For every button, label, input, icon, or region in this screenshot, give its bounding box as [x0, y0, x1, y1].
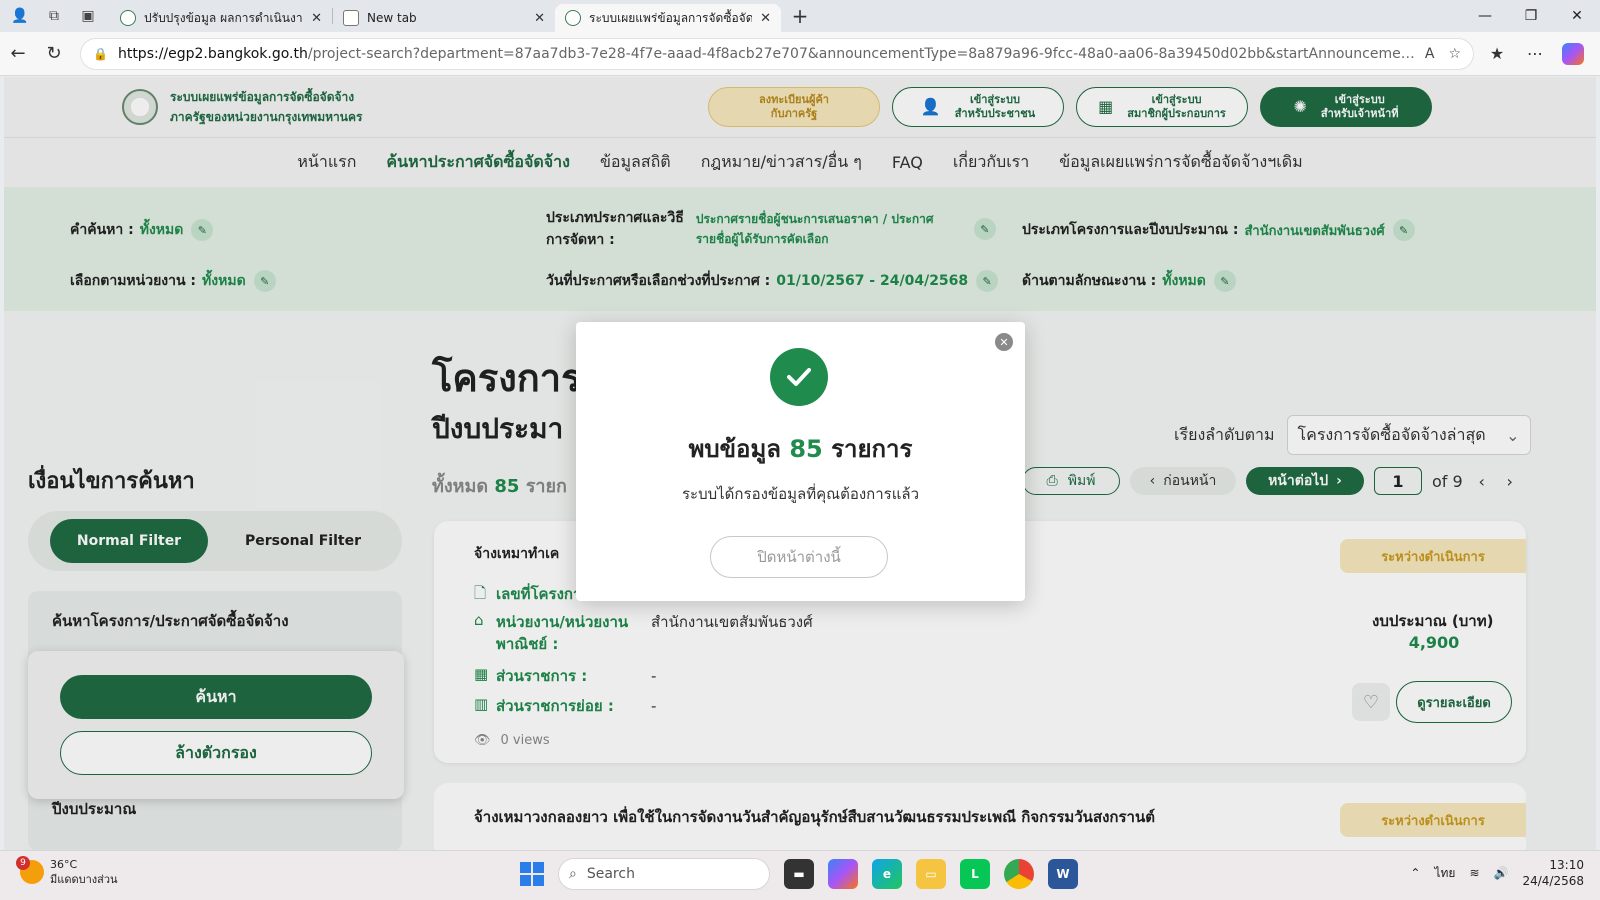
wifi-icon[interactable]: ≋ — [1469, 866, 1479, 880]
url-path: /project-search?department=87aa7db3-7e28… — [307, 45, 1415, 62]
minimize-icon[interactable]: — — [1462, 0, 1508, 32]
windows-taskbar: 9 36°C มีแดดบางส่วน ⌕ Search ▬ e ▭ L W ⌃… — [0, 850, 1600, 900]
window-controls: — ❐ ✕ — [1462, 0, 1600, 32]
close-tab-icon[interactable]: ✕ — [311, 11, 322, 26]
found-suffix: รายการ — [831, 435, 913, 463]
lock-icon: 🔒 — [93, 46, 108, 61]
restore-icon[interactable]: ❐ — [1508, 0, 1554, 32]
site-favicon-icon — [565, 10, 581, 26]
weather-description: มีแดดบางส่วน — [50, 873, 118, 886]
favorites-icon[interactable]: ★ — [1482, 39, 1512, 69]
system-tray: ⌃ ไทย ≋ 🔊 13:10 24/4/2568 — [1410, 857, 1584, 889]
copilot-app-icon[interactable] — [828, 859, 858, 889]
word-app-icon[interactable]: W — [1048, 859, 1078, 889]
weather-text: 36°C มีแดดบางส่วน — [50, 857, 118, 887]
dialog-heading: พบข้อมูล 85 รายการ — [576, 429, 1025, 468]
weather-sun-icon: 9 — [16, 856, 44, 884]
notification-badge: 9 — [16, 856, 30, 870]
workspaces-icon[interactable]: ⧉ — [40, 2, 68, 30]
clock-date: 24/4/2568 — [1522, 874, 1584, 888]
results-found-dialog: ✕ พบข้อมูล 85 รายการ ระบบได้กรองข้อมูลที… — [576, 322, 1025, 601]
profile-icon[interactable]: 👤 — [6, 2, 34, 30]
close-dialog-button[interactable]: ปิดหน้าต่างนี้ — [710, 536, 888, 578]
tab-title: ระบบเผยแพร่ข้อมูลการจัดซื้อจัดจ้างภา — [589, 10, 753, 25]
edge-browser-icon[interactable]: e — [872, 859, 902, 889]
new-tab-icon — [343, 10, 359, 26]
found-count: 85 — [789, 435, 823, 463]
task-view-icon[interactable]: ▬ — [784, 859, 814, 889]
url-actions: A ☆ — [1415, 46, 1461, 62]
windows-start-icon[interactable] — [520, 862, 544, 886]
new-tab-button[interactable]: + — [785, 2, 815, 30]
browser-tab-1[interactable]: ปรับปรุงข้อมูล ผลการดำเนินงาน: ✕ — [110, 4, 332, 32]
read-aloud-icon[interactable]: A — [1425, 46, 1435, 62]
address-bar-row: ← ↻ 🔒 https://egp2.bangkok.go.th /projec… — [0, 32, 1600, 76]
close-tab-icon[interactable]: ✕ — [534, 11, 545, 26]
dialog-message: ระบบได้กรองข้อมูลที่คุณต้องการแล้ว — [681, 485, 919, 503]
site-favicon-icon — [120, 10, 136, 26]
taskbar-search[interactable]: ⌕ Search — [558, 858, 770, 890]
temperature: 36°C — [50, 858, 78, 871]
chevron-up-icon[interactable]: ⌃ — [1410, 866, 1420, 880]
close-window-icon[interactable]: ✕ — [1554, 0, 1600, 32]
url-host: https://egp2.bangkok.go.th — [117, 45, 308, 62]
search-icon: ⌕ — [569, 866, 577, 882]
weather-widget[interactable]: 9 36°C มีแดดบางส่วน — [16, 856, 118, 887]
close-tab-icon[interactable]: ✕ — [760, 11, 771, 26]
clock[interactable]: 13:10 24/4/2568 — [1522, 857, 1584, 889]
copilot-icon[interactable] — [1558, 39, 1588, 69]
tab-actions-icon[interactable]: ▣ — [74, 2, 102, 30]
refresh-icon[interactable]: ↻ — [36, 36, 72, 72]
input-language[interactable]: ไทย — [1434, 864, 1455, 883]
browser-tab-3[interactable]: ระบบเผยแพร่ข้อมูลการจัดซื้อจัดจ้างภา ✕ — [555, 4, 781, 32]
volume-icon[interactable]: 🔊 — [1494, 866, 1509, 880]
tab-title: New tab — [367, 11, 417, 25]
more-menu-icon[interactable]: ⋯ — [1520, 39, 1550, 69]
browser-tab-bar: 👤 ⧉ ▣ ปรับปรุงข้อมูล ผลการดำเนินงาน: ✕ N… — [0, 0, 1600, 32]
back-icon[interactable]: ← — [0, 36, 36, 72]
chrome-browser-icon[interactable] — [1004, 859, 1034, 889]
search-placeholder: Search — [586, 866, 635, 882]
found-prefix: พบข้อมูล — [688, 435, 781, 463]
url-field[interactable]: 🔒 https://egp2.bangkok.go.th /project-se… — [80, 37, 1474, 70]
checkmark-icon — [770, 348, 828, 406]
line-app-icon[interactable]: L — [960, 859, 990, 889]
tab-title: ปรับปรุงข้อมูล ผลการดำเนินงาน: — [144, 10, 304, 25]
favorite-star-icon[interactable]: ☆ — [1448, 46, 1461, 62]
browser-tab-2[interactable]: New tab ✕ — [333, 4, 555, 32]
taskbar-apps: ⌕ Search ▬ e ▭ L W — [520, 858, 1078, 890]
close-icon[interactable]: ✕ — [995, 333, 1013, 351]
clock-time: 13:10 — [1549, 858, 1584, 872]
file-explorer-icon[interactable]: ▭ — [916, 859, 946, 889]
toolbar-right: ★ ⋯ — [1482, 39, 1588, 69]
